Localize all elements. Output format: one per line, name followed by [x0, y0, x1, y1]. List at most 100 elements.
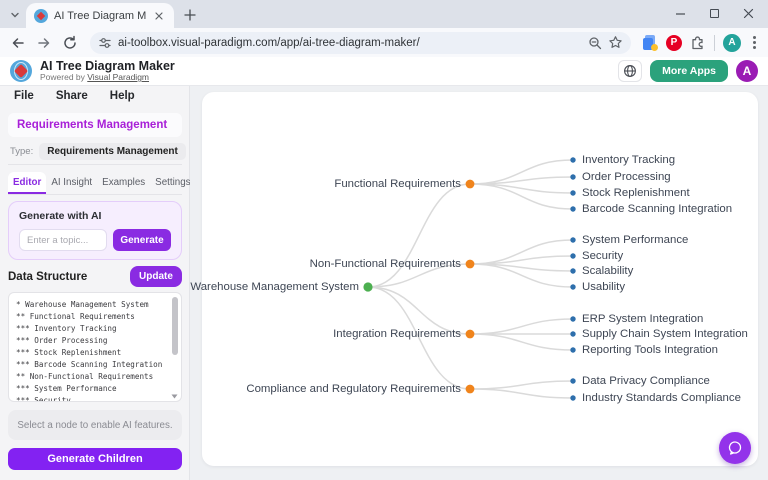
data-line: *** System Performance: [16, 383, 167, 395]
visual-paradigm-logo-icon: [10, 60, 32, 82]
sidebar-divider: [8, 164, 182, 165]
data-line: *** Inventory Tracking: [16, 323, 167, 335]
branch-node-dot[interactable]: [466, 330, 475, 339]
ai-hint-box: Select a node to enable AI features.: [8, 410, 182, 440]
tree-node-leaf[interactable]: Supply Chain System Integration: [582, 326, 748, 342]
tab-title: AI Tree Diagram Maker: [54, 10, 146, 22]
browser-tab[interactable]: AI Tree Diagram Maker: [26, 3, 174, 28]
leaf-node-dot[interactable]: [570, 237, 575, 242]
scrollbar-down-arrow-icon[interactable]: [170, 391, 179, 401]
tree-node-branch[interactable]: Compliance and Regulatory Requirements: [246, 381, 461, 397]
tree-node-leaf[interactable]: Order Processing: [582, 169, 671, 185]
tree-node-leaf[interactable]: ERP System Integration: [582, 311, 703, 327]
type-value[interactable]: Requirements Management: [39, 143, 186, 160]
tab-editor[interactable]: Editor: [8, 172, 46, 194]
leaf-node-dot[interactable]: [570, 268, 575, 273]
tab-search-chevron-icon[interactable]: [6, 6, 24, 24]
generate-ai-panel: Generate with AI Generate: [8, 201, 182, 260]
scrollbar-thumb[interactable]: [172, 297, 178, 355]
back-icon[interactable]: [8, 33, 28, 53]
tree-node-root[interactable]: Warehouse Management System: [190, 279, 359, 295]
tree-node-branch[interactable]: Functional Requirements: [334, 176, 461, 192]
diagram-canvas[interactable]: Warehouse Management System Functional R…: [202, 92, 758, 466]
leaf-node-dot[interactable]: [570, 316, 575, 321]
browser-profile-avatar[interactable]: A: [723, 34, 741, 52]
branch-node-dot[interactable]: [466, 260, 475, 269]
tree-node-leaf[interactable]: Industry Standards Compliance: [582, 390, 741, 406]
menu-file[interactable]: File: [14, 90, 34, 102]
forward-icon[interactable]: [34, 33, 54, 53]
tab-examples[interactable]: Examples: [97, 172, 150, 194]
leaf-node-dot[interactable]: [570, 395, 575, 400]
tab-close-icon[interactable]: [152, 9, 166, 23]
pinterest-extension-icon[interactable]: P: [666, 35, 682, 51]
reload-icon[interactable]: [60, 33, 80, 53]
diagram-area: Warehouse Management System Functional R…: [190, 86, 768, 480]
leaf-node-dot[interactable]: [570, 253, 575, 258]
leaf-node-dot[interactable]: [570, 347, 575, 352]
branch-node-dot[interactable]: [466, 385, 475, 394]
tree-node-leaf[interactable]: Barcode Scanning Integration: [582, 201, 732, 217]
tree-node-leaf[interactable]: Reporting Tools Integration: [582, 342, 718, 358]
tree-node-branch[interactable]: Non-Functional Requirements: [310, 256, 461, 272]
tree-node-leaf[interactable]: Stock Replenishment: [582, 185, 690, 201]
tree-node-branch[interactable]: Integration Requirements: [333, 326, 461, 342]
chat-fab-button[interactable]: [719, 432, 751, 464]
site-settings-icon[interactable]: [98, 36, 112, 50]
minimize-button[interactable]: [674, 7, 686, 19]
browser-toolbar: ai-toolbox.visual-paradigm.com/app/ai-tr…: [0, 28, 768, 57]
data-line: * Warehouse Management System: [16, 299, 167, 311]
leaf-node-dot[interactable]: [570, 206, 575, 211]
leaf-node-dot[interactable]: [570, 157, 575, 162]
new-tab-button[interactable]: [182, 7, 198, 23]
tree-node-leaf[interactable]: Inventory Tracking: [582, 152, 675, 168]
language-globe-button[interactable]: [618, 60, 642, 82]
url-bar[interactable]: ai-toolbox.visual-paradigm.com/app/ai-tr…: [90, 32, 631, 54]
menu-bar: File Share Help: [14, 90, 135, 102]
more-apps-button[interactable]: More Apps: [650, 60, 728, 82]
diagram-title-text: Requirements Management: [17, 119, 167, 131]
leaf-node-dot[interactable]: [570, 378, 575, 383]
menu-share[interactable]: Share: [56, 90, 88, 102]
sidebar: File Share Help Requirements Management …: [0, 86, 190, 480]
data-structure-editor[interactable]: * Warehouse Management System ** Functio…: [8, 292, 182, 402]
powered-by: Powered by Visual Paradigm: [40, 73, 175, 82]
generate-button[interactable]: Generate: [113, 229, 171, 251]
tab-favicon: [34, 9, 48, 23]
visual-paradigm-link[interactable]: Visual Paradigm: [87, 72, 149, 82]
data-line: *** Barcode Scanning Integration: [16, 359, 167, 371]
data-line: ** Functional Requirements: [16, 311, 167, 323]
tree-node-leaf[interactable]: System Performance: [582, 232, 688, 248]
update-button[interactable]: Update: [130, 266, 182, 287]
ai-hint-text: Select a node to enable AI features.: [17, 420, 172, 431]
data-structure-title: Data Structure: [8, 271, 87, 283]
topic-input[interactable]: [19, 229, 107, 251]
tree-node-leaf[interactable]: Security: [582, 248, 623, 264]
leaf-node-dot[interactable]: [570, 174, 575, 179]
zoom-out-icon[interactable]: [588, 36, 602, 50]
browser-window: AI Tree Diagram Maker ai-tool: [0, 0, 768, 480]
maximize-button[interactable]: [708, 7, 720, 19]
extensions-puzzle-icon[interactable]: [690, 35, 706, 51]
root-node-dot[interactable]: [363, 282, 372, 291]
editor-scrollbar[interactable]: [170, 295, 179, 401]
docs-extension-icon[interactable]: [643, 35, 658, 50]
leaf-node-dot[interactable]: [570, 190, 575, 195]
close-window-button[interactable]: [742, 7, 754, 19]
bookmark-star-icon[interactable]: [608, 35, 623, 50]
diagram-title-field[interactable]: Requirements Management: [8, 113, 182, 137]
tab-ai-insight[interactable]: AI Insight: [46, 172, 97, 194]
tree-node-leaf[interactable]: Usability: [582, 279, 625, 295]
type-row: Type: Requirements Management: [10, 143, 186, 160]
browser-menu-icon[interactable]: [749, 36, 760, 49]
tree-node-leaf[interactable]: Data Privacy Compliance: [582, 373, 710, 389]
branch-node-dot[interactable]: [466, 180, 475, 189]
url-text[interactable]: ai-toolbox.visual-paradigm.com/app/ai-tr…: [118, 37, 582, 49]
leaf-node-dot[interactable]: [570, 331, 575, 336]
tree-node-leaf[interactable]: Scalability: [582, 263, 633, 279]
generate-children-button[interactable]: Generate Children: [8, 448, 182, 470]
user-avatar[interactable]: A: [736, 60, 758, 82]
tab-settings[interactable]: Settings: [150, 172, 195, 194]
leaf-node-dot[interactable]: [570, 284, 575, 289]
menu-help[interactable]: Help: [110, 90, 135, 102]
